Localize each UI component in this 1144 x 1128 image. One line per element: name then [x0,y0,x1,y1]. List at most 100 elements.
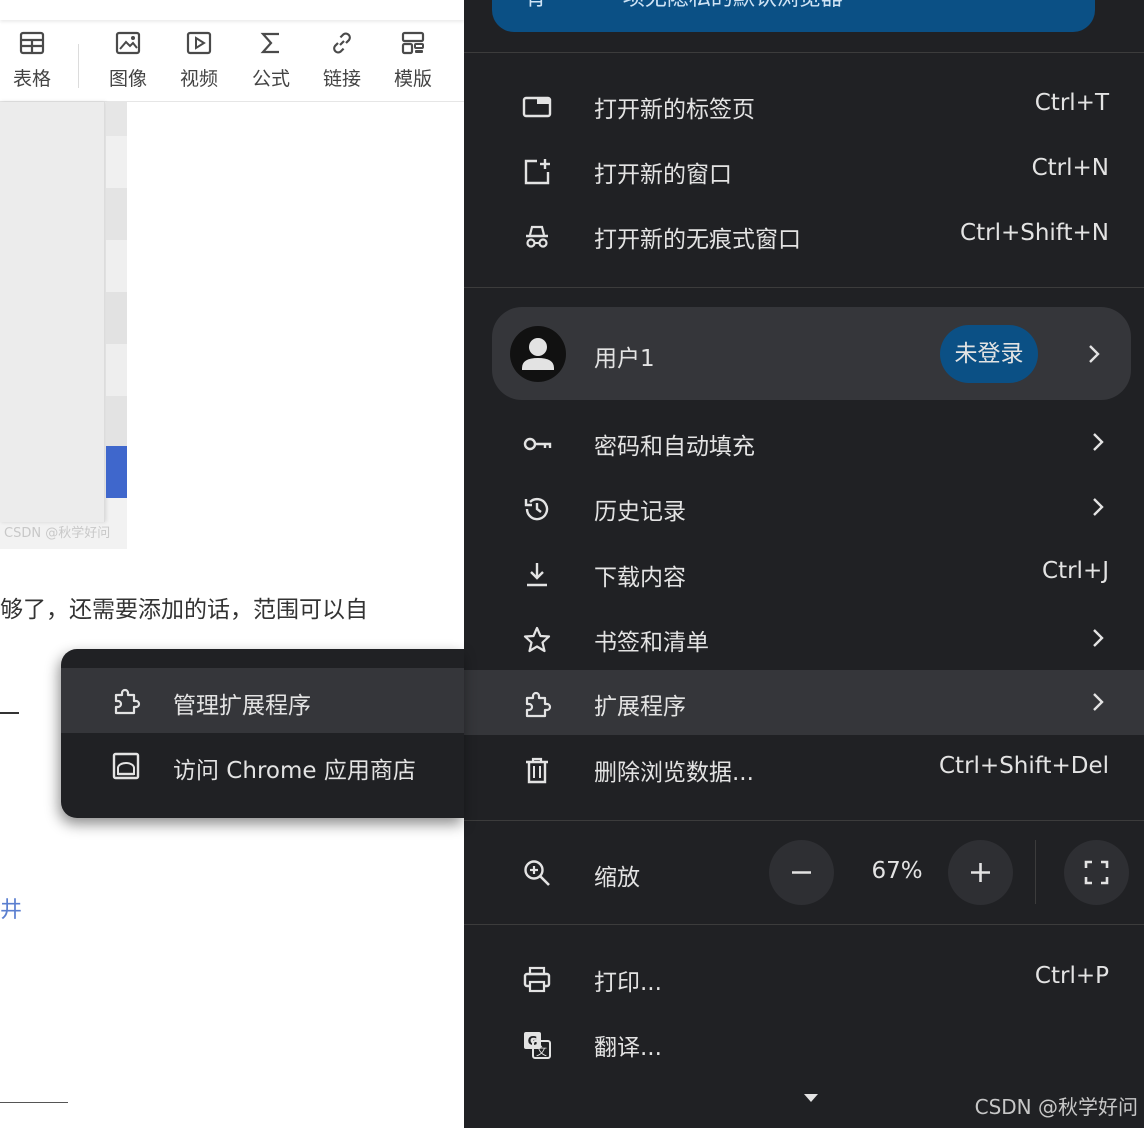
embedded-screenshot: CSDN @秋学好问 [0,102,127,549]
screenshot-stripe [106,188,127,240]
menu-divider [464,820,1144,821]
download-icon [522,560,552,590]
template-icon [401,31,425,55]
menu-item-extensions[interactable]: 扩展程序 [464,670,1144,735]
default-browser-banner[interactable]: 有 · · · · · 项无隐私的默认浏览器 [492,0,1095,32]
menu-divider [464,52,1144,53]
fullscreen-button[interactable] [1064,840,1129,905]
menu-item-label: 打印... [594,970,662,996]
screenshot-stripe [106,344,127,396]
screenshot-stripe [106,292,127,344]
scroll-down-caret-icon[interactable] [804,1094,818,1102]
chrome-main-menu: 有 · · · · · 项无隐私的默认浏览器 打开新的标签页 Ctrl+T 打开… [464,0,1144,1128]
menu-item-translate[interactable]: G文 翻译... [464,1011,1144,1076]
editor-rule [0,712,19,714]
toolbar-divider [78,44,79,88]
editor-link-fragment[interactable]: 井 [0,892,22,924]
menu-item-print[interactable]: 打印... Ctrl+P [464,946,1144,1011]
toolbar-template-button[interactable]: 模版 [383,30,443,91]
fullscreen-icon [1084,860,1109,885]
screenshot-stripe [106,136,127,188]
chevron-right-icon [1093,629,1104,647]
history-icon [522,494,552,524]
menu-item-new-window[interactable]: 打开新的窗口 Ctrl+N [464,138,1144,203]
screenshot-blue-bar [106,446,127,498]
watermark: CSDN @秋学好问 [974,1095,1138,1119]
menu-item-new-incognito[interactable]: 打开新的无痕式窗口 Ctrl+Shift+N [464,203,1144,268]
chevron-right-icon [1089,345,1100,363]
toolbar-video-button[interactable]: 视频 [169,30,229,91]
chevron-right-icon [1093,498,1104,516]
table-icon [19,31,45,55]
menu-item-history[interactable]: 历史记录 [464,475,1144,540]
puzzle-icon [111,686,141,716]
menu-item-clear-data[interactable]: 删除浏览数据... Ctrl+Shift+Del [464,736,1144,801]
menu-item-label: 历史记录 [594,499,686,525]
chevron-right-icon [1093,693,1104,711]
toolbar-table-label: 表格 [12,68,51,90]
toolbar-table-button[interactable]: 表格 [2,30,62,91]
toolbar-link-button[interactable]: 链接 [312,30,372,91]
menu-item-label: 打开新的无痕式窗口 [594,227,801,253]
zoom-in-button[interactable] [948,840,1013,905]
printer-icon [522,965,552,995]
menu-item-shortcut: Ctrl+Shift+Del [939,753,1109,779]
menu-item-label: 书签和清单 [594,630,709,656]
toolbar-video-label: 视频 [179,68,218,90]
trash-icon [522,755,552,785]
submenu-item-manage-extensions[interactable]: 管理扩展程序 [61,668,464,733]
avatar [510,326,566,382]
screenshot-panel [0,102,105,522]
profile-name: 用户1 [594,346,655,372]
toolbar-template-label: 模版 [393,68,432,90]
menu-item-shortcut: Ctrl+T [1034,90,1109,116]
zoom-icon [522,858,552,892]
toolbar-formula-label: 公式 [251,68,290,90]
video-icon [186,31,212,55]
menu-divider [464,924,1144,925]
menu-item-label: 打开新的窗口 [594,162,732,188]
extensions-submenu: 管理扩展程序 访问 Chrome 应用商店 [61,649,464,818]
toolbar-formula-button[interactable]: 公式 [241,30,301,91]
zoom-out-button[interactable] [769,840,834,905]
key-icon [522,429,552,459]
menu-item-label: 翻译... [594,1035,662,1061]
incognito-icon [522,222,552,252]
profile-row[interactable]: 用户1 未登录 [492,307,1131,400]
menu-item-shortcut: Ctrl+Shift+N [960,220,1109,246]
menu-item-shortcut: Ctrl+N [1031,155,1109,181]
screenshot-stripe [106,240,127,292]
menu-item-passwords[interactable]: 密码和自动填充 [464,410,1144,475]
link-icon [333,32,351,54]
svg-text:文: 文 [536,1044,547,1058]
menu-item-label: 扩展程序 [594,694,686,720]
screenshot-stripe [106,102,127,136]
editor-page: 表格 图像 视频 公式 链接 模版 CSDN @秋学好问 够了，还需要添加的话，… [0,0,464,1128]
zoom-value: 67% [871,858,923,884]
zoom-divider [1035,840,1036,904]
toolbar-image-button[interactable]: 图像 [98,30,158,91]
menu-item-shortcut: Ctrl+J [1042,558,1109,584]
screenshot-watermark: CSDN @秋学好问 [4,526,111,541]
menu-item-shortcut: Ctrl+P [1034,963,1109,989]
translate-icon: G文 [522,1030,552,1060]
image-icon [115,31,141,55]
menu-item-new-tab[interactable]: 打开新的标签页 Ctrl+T [464,73,1144,138]
toolbar-image-label: 图像 [108,68,147,90]
submenu-item-label: 管理扩展程序 [173,693,311,719]
editor-body-text: 够了，还需要添加的话，范围可以自 [0,597,368,623]
zoom-label: 缩放 [594,865,640,891]
person-icon [522,338,554,370]
zoom-row: 缩放 67% [464,828,1144,918]
star-icon [522,625,552,655]
editor-top-bar [0,0,464,20]
menu-item-label: 删除浏览数据... [594,760,754,786]
submenu-item-visit-store[interactable]: 访问 Chrome 应用商店 [61,733,464,798]
menu-item-bookmarks[interactable]: 书签和清单 [464,606,1144,671]
web-store-icon [111,751,141,781]
sigma-icon [260,32,279,54]
minus-icon [792,871,811,874]
menu-item-downloads[interactable]: 下载内容 Ctrl+J [464,541,1144,606]
menu-item-label: 密码和自动填充 [594,434,755,460]
sign-in-status-badge[interactable]: 未登录 [940,325,1038,383]
